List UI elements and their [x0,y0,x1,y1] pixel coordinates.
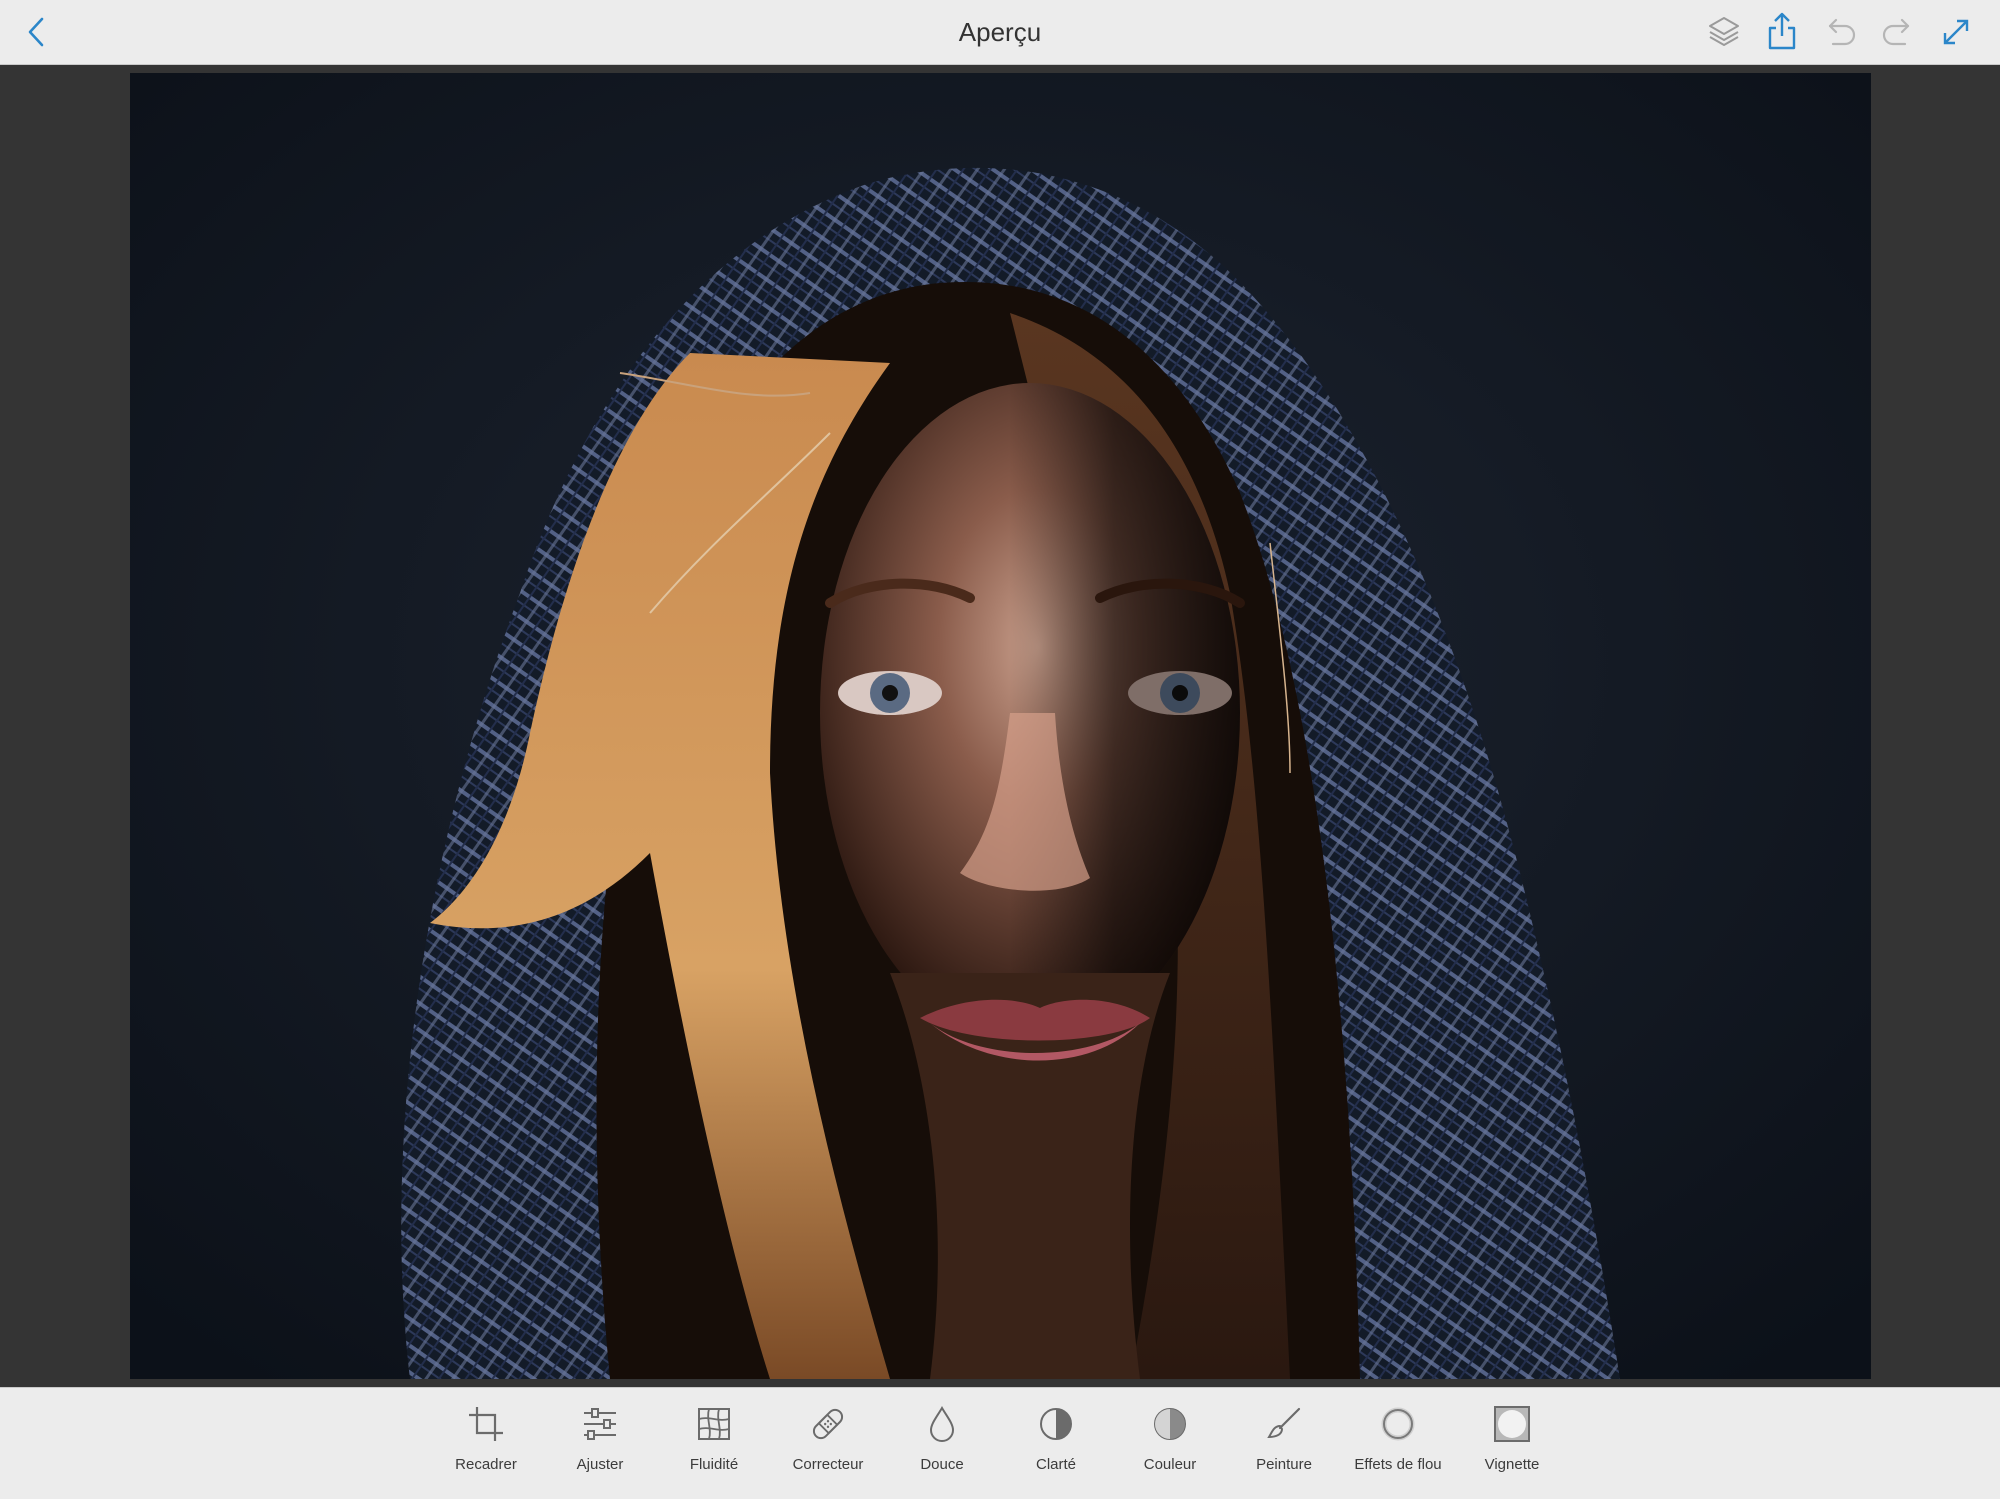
tool-douce[interactable]: Douce [885,1388,999,1499]
liquify-grid-icon [698,1408,730,1440]
layers-icon [1709,17,1739,46]
tool-label: Effets de flou [1354,1456,1442,1473]
tool-couleur[interactable]: Couleur [1113,1388,1227,1499]
tool-label: Peinture [1256,1456,1312,1473]
tool-label: Couleur [1143,1456,1197,1473]
color-circle-icon [1154,1408,1186,1440]
tool-clarte[interactable]: Clarté [999,1388,1113,1499]
tool-vignette[interactable]: Vignette [1455,1388,1569,1499]
redo-button[interactable] [1874,8,1922,56]
bandage-icon [812,1408,844,1440]
portrait-photo [130,73,1871,1379]
top-actions [1690,8,1980,56]
tool-peinture[interactable]: Peinture [1227,1388,1341,1499]
half-circle-icon [1040,1408,1072,1440]
bottom-toolbar: Recadrer Ajuster Fluidité Correcteur Dou… [0,1387,2000,1499]
tool-list: Recadrer Ajuster Fluidité Correcteur Dou… [429,1388,1569,1499]
share-button[interactable] [1758,8,1806,56]
tool-label: Vignette [1484,1456,1540,1473]
tool-correcteur[interactable]: Correcteur [771,1388,885,1499]
tool-ajuster[interactable]: Ajuster [543,1388,657,1499]
tool-fluidite[interactable]: Fluidité [657,1388,771,1499]
photo-preview[interactable] [130,73,1871,1379]
layers-button[interactable] [1700,8,1748,56]
blur-ring-icon [1381,1407,1415,1441]
vignette-icon [1494,1406,1530,1442]
redo-icon [1882,18,1910,46]
tool-label: Correcteur [792,1456,864,1473]
top-bar: Aperçu [0,0,2000,65]
expand-icon [1943,19,1969,45]
tool-recadrer[interactable]: Recadrer [429,1388,543,1499]
photo-editor-app: Aperçu Recadrer Ajuster Fluidité Correct… [0,0,2000,1499]
editing-canvas[interactable] [0,65,2000,1387]
crop-icon [469,1407,503,1441]
tool-label: Ajuster [576,1456,624,1473]
undo-button[interactable] [1816,8,1864,56]
brush-icon [1267,1407,1301,1439]
tool-label: Fluidité [689,1456,739,1473]
sliders-icon [584,1408,616,1440]
tool-effets-de-flou[interactable]: Effets de flou [1341,1388,1455,1499]
tool-label: Clarté [1035,1456,1076,1473]
share-icon [1768,12,1796,50]
fullscreen-button[interactable] [1932,8,1980,56]
tool-label: Recadrer [455,1456,517,1473]
undo-icon [1828,18,1856,46]
tool-label: Douce [920,1456,964,1473]
drop-icon [929,1406,955,1442]
